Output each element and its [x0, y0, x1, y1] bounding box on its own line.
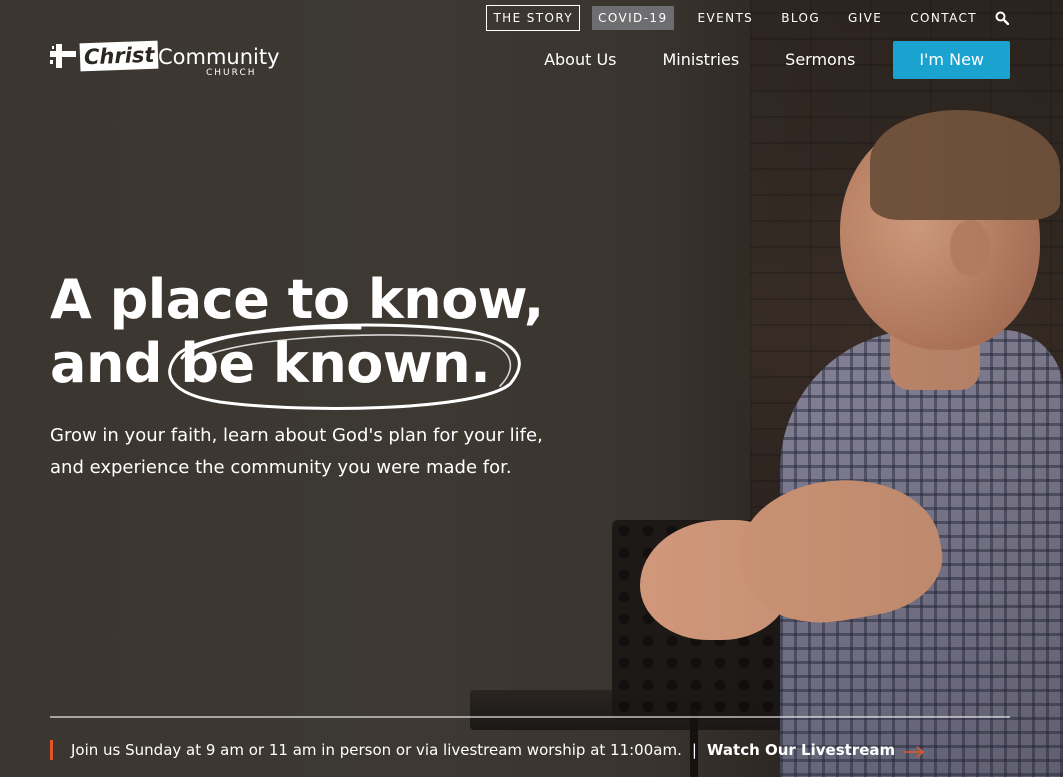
service-times-text: Join us Sunday at 9 am or 11 am in perso…: [71, 741, 682, 759]
hero-headline: A place to know, and be known.: [50, 268, 544, 396]
top-nav-give[interactable]: GIVE: [834, 6, 896, 30]
bottom-divider: [50, 716, 1010, 718]
top-nav-covid-19[interactable]: COVID-19: [592, 6, 674, 30]
search-icon[interactable]: [995, 11, 1010, 26]
watch-livestream-link[interactable]: Watch Our Livestream: [707, 741, 895, 759]
hero-subtext: Grow in your faith, learn about God's pl…: [50, 425, 543, 478]
top-nav-contact[interactable]: CONTACT: [896, 6, 991, 30]
hero-section: THE STORY COVID-19 EVENTS BLOG GIVE CONT…: [0, 0, 1063, 777]
service-times-bar: Join us Sunday at 9 am or 11 am in perso…: [50, 740, 925, 760]
top-nav-blog[interactable]: BLOG: [767, 6, 834, 30]
logo-christ-text: Christ: [79, 40, 159, 72]
accent-bar: [50, 740, 53, 760]
top-nav: THE STORY COVID-19 EVENTS BLOG GIVE CONT…: [486, 5, 1010, 31]
church-logo[interactable]: Christ Community CHURCH: [50, 40, 310, 84]
nav-ministries[interactable]: Ministries: [663, 41, 740, 79]
im-new-button[interactable]: I'm New: [893, 41, 1010, 79]
nav-sermons[interactable]: Sermons: [785, 41, 855, 79]
cross-logo-icon: [50, 44, 78, 68]
bar-separator: |: [691, 741, 697, 759]
hero-headline-line-2: and be known.: [50, 332, 491, 395]
hero-headline-line-1: A place to know,: [50, 268, 544, 331]
top-nav-events[interactable]: EVENTS: [684, 6, 768, 30]
logo-community-text: Community: [158, 45, 280, 69]
arrow-right-icon[interactable]: [903, 744, 925, 758]
main-nav: About Us Ministries Sermons I'm New: [498, 41, 1010, 79]
logo-church-text: CHURCH: [206, 68, 257, 78]
nav-about-us[interactable]: About Us: [544, 41, 616, 79]
top-nav-the-story[interactable]: THE STORY: [486, 5, 581, 31]
